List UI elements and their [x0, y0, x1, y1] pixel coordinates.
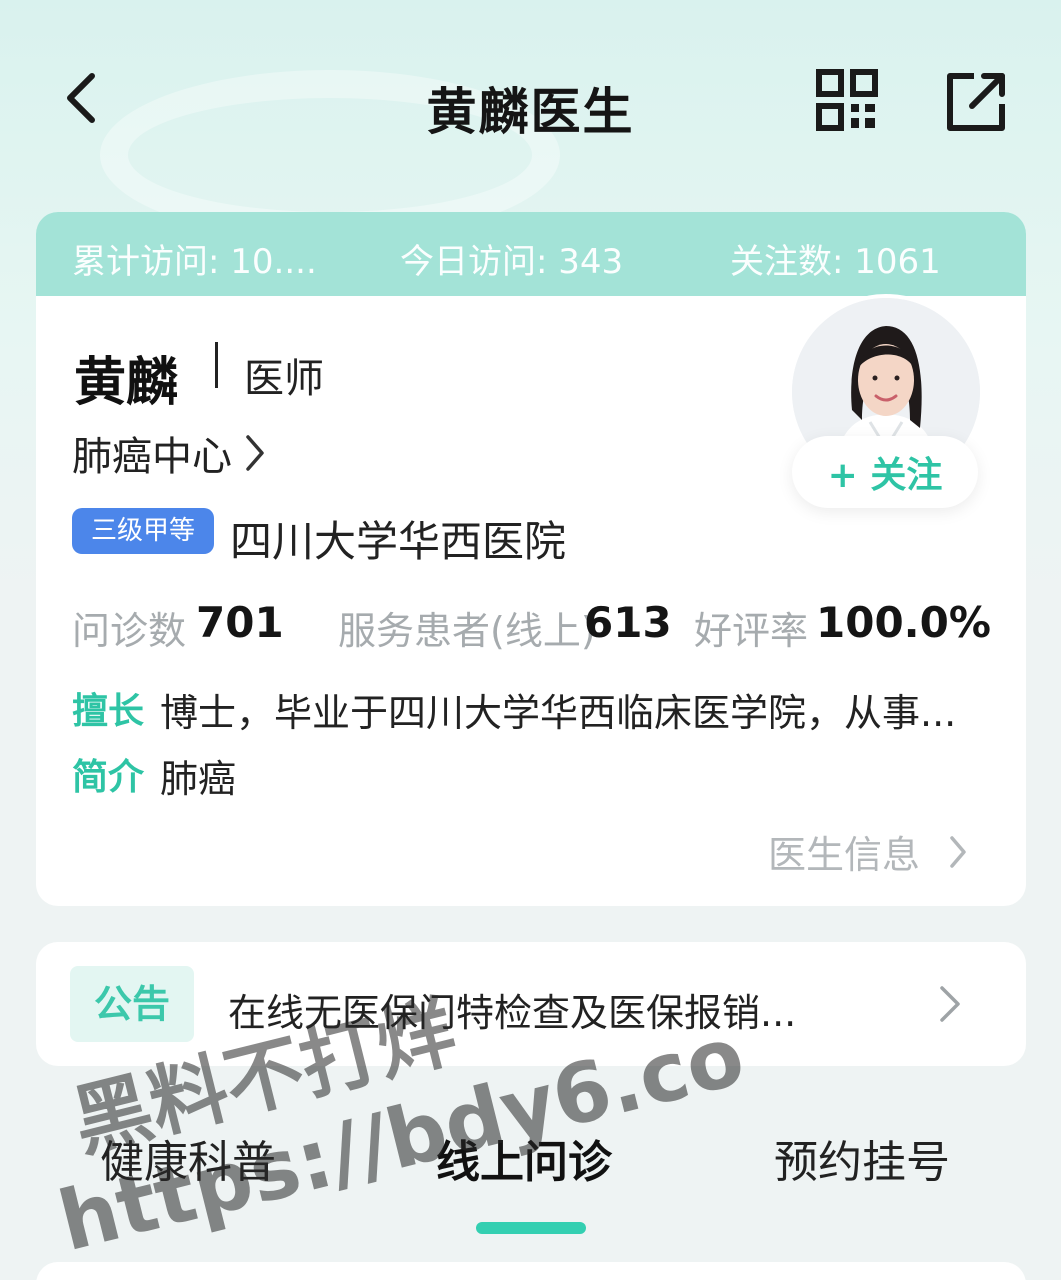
followers-stat: 关注数: 1061 [730, 242, 941, 282]
total-visits-stat: 累计访问: 10.... [72, 242, 317, 282]
visit-stats-strip: 累计访问: 10.... 今日访问: 343 关注数: 1061 [36, 212, 1026, 296]
active-tab-indicator [476, 1222, 586, 1234]
follow-button[interactable]: + 关注 [792, 436, 978, 508]
tab-health-education[interactable]: 健康科普 [100, 1126, 276, 1190]
chevron-right-icon [940, 986, 960, 1022]
department-link[interactable]: 肺癌中心 [72, 424, 266, 482]
doctor-title: 医师 [244, 356, 324, 402]
patients-served-label: 服务患者(线上) [338, 609, 596, 653]
follow-label: + 关注 [827, 455, 943, 496]
tab-online-consultation[interactable]: 线上问诊 [436, 1126, 612, 1190]
chevron-right-icon [950, 835, 966, 868]
tab-appointment[interactable]: 预约挂号 [774, 1126, 950, 1190]
expertise-tag: 擅长 [72, 691, 145, 732]
qr-code-button[interactable] [815, 68, 879, 132]
share-button[interactable] [944, 68, 1010, 134]
intro-tag: 简介 [72, 757, 145, 798]
hospital-name: 四川大学华西医院 [230, 517, 567, 566]
intro-text: 肺癌 [160, 757, 237, 801]
top-nav-bar: 黄麟医生 [0, 50, 1061, 160]
consult-count-label: 问诊数 [72, 609, 187, 653]
announcement-tag: 公告 [70, 966, 194, 1042]
hospital-level-badge: 三级甲等 [72, 508, 214, 554]
share-icon [947, 73, 1005, 131]
doctor-info-label: 医生信息 [767, 833, 920, 877]
department-label: 肺癌中心 [72, 434, 232, 480]
doctor-info-link[interactable]: 医生信息 [768, 824, 968, 879]
chevron-right-icon [246, 435, 264, 471]
rating-label: 好评率 [694, 609, 809, 653]
doctor-name: 黄麟 [74, 353, 179, 413]
rating-value: 100.0% [816, 598, 991, 647]
consult-count-value: 701 [196, 598, 284, 647]
announcement-bar[interactable]: 公告 在线无医保门特检查及医保报销... [36, 942, 1026, 1066]
qr-code-icon [816, 69, 878, 131]
content-card-top [36, 1262, 1026, 1280]
expertise-text: 博士，毕业于四川大学华西临床医学院，从事... [160, 691, 957, 735]
patients-served-value: 613 [584, 598, 672, 647]
name-divider [215, 342, 218, 388]
doctor-metrics: 问诊数 701 服务患者(线上) 613 好评率 100.0% [72, 596, 992, 653]
announcement-text: 在线无医保门特检查及医保报销... [228, 991, 797, 1035]
page-title: 黄麟医生 [426, 83, 635, 141]
service-tabs: 健康科普 线上问诊 预约挂号 [0, 1110, 1061, 1234]
today-visits-stat: 今日访问: 343 [400, 242, 624, 282]
